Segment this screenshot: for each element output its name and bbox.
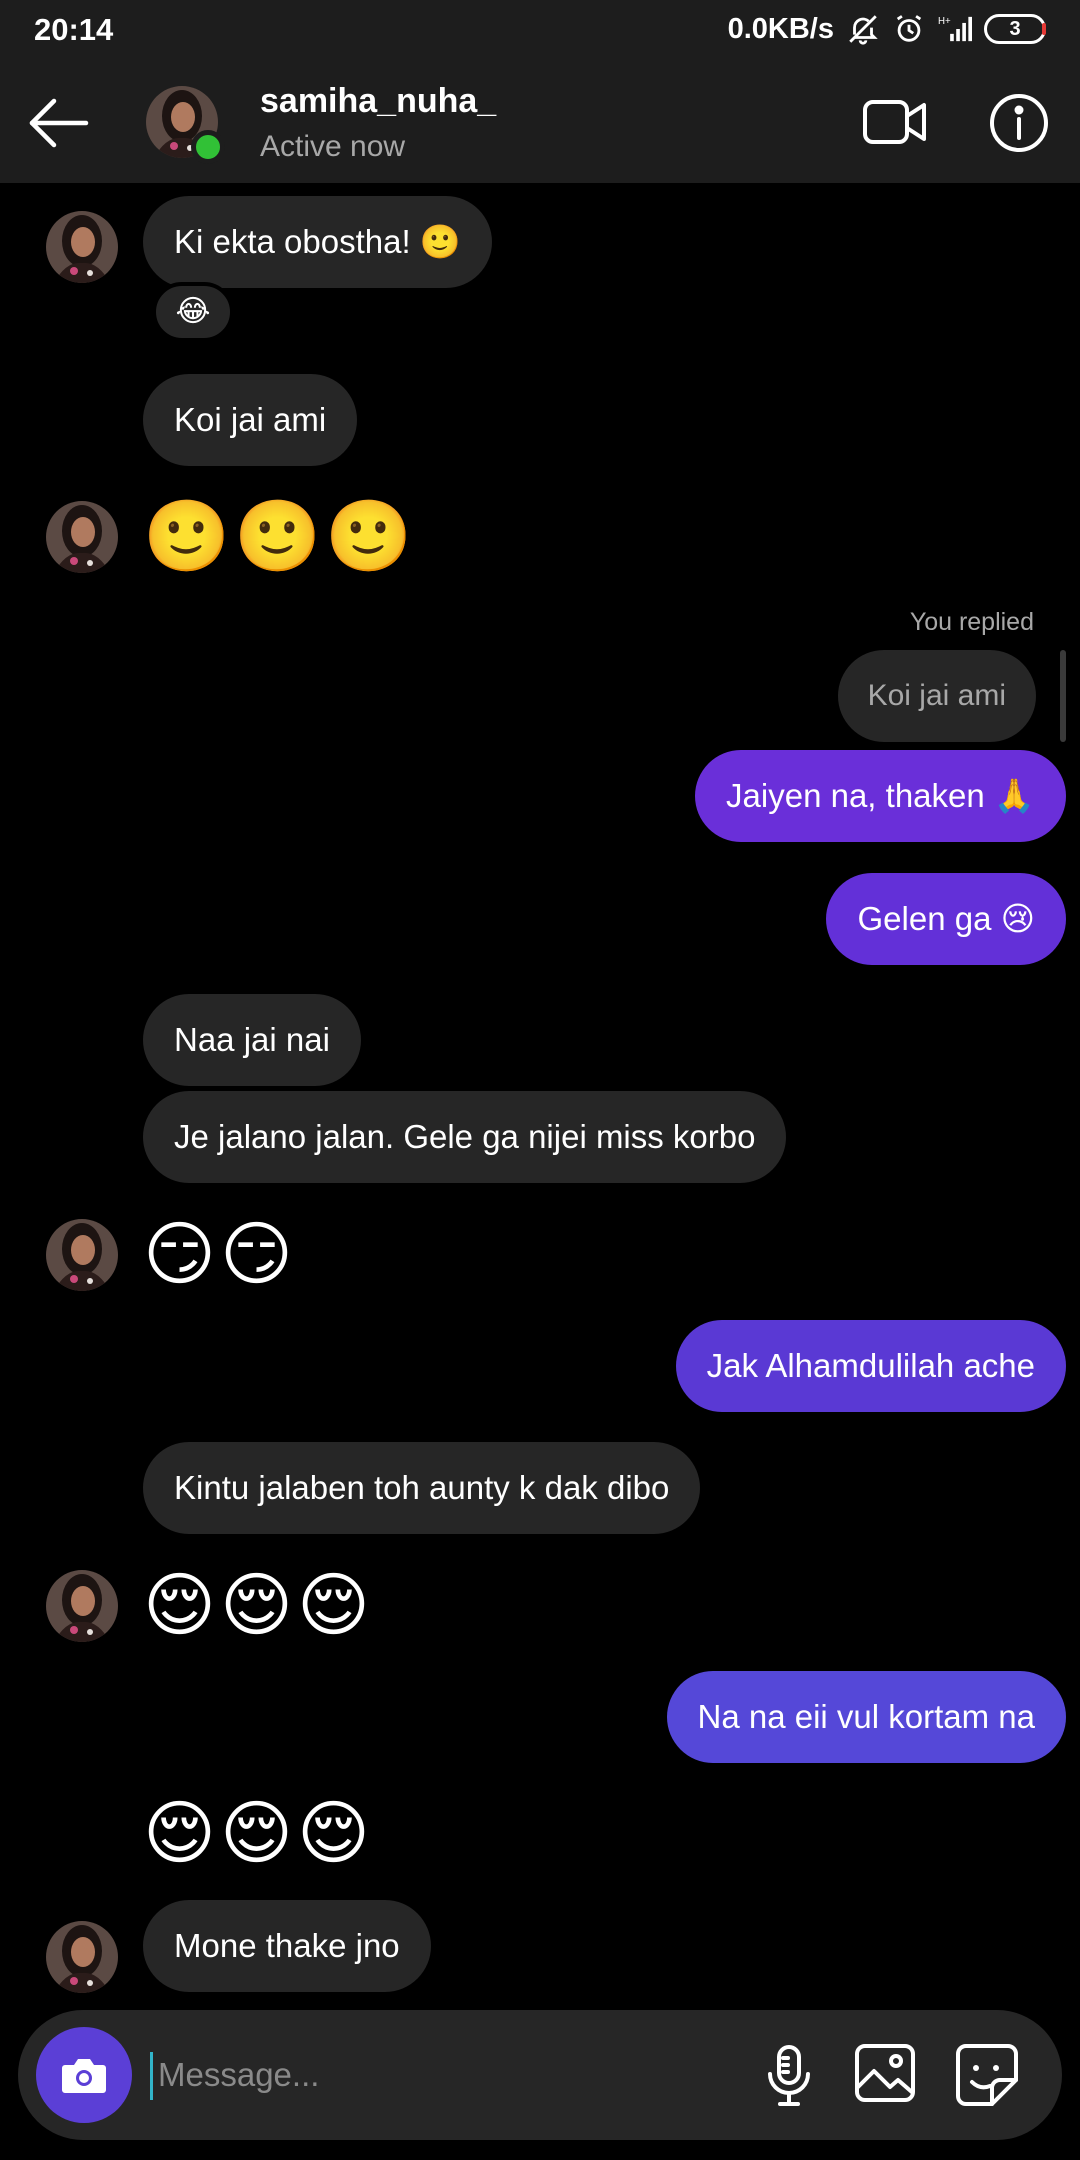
info-icon[interactable] [988,92,1050,154]
you-replied-label: You replied [909,608,1034,636]
sender-avatar[interactable] [46,1219,118,1291]
incoming-message[interactable]: Kintu jalaben toh aunty k dak dibo [143,1442,701,1534]
incoming-emoji-message[interactable]: 😌😌😌 [143,1793,374,1873]
outgoing-message[interactable]: Jak Alhamdulilah ache [675,1320,1066,1412]
outgoing-message[interactable]: Jaiyen na, thaken 🙏 [695,750,1066,842]
status-time: 20:14 [34,12,114,47]
alarm-icon [896,15,922,42]
gallery-icon[interactable] [852,2040,918,2106]
signal-icon: H+ [938,16,972,42]
online-status-dot [191,130,225,164]
message-reaction[interactable]: 😂 [152,282,234,342]
microphone-icon[interactable] [756,2042,822,2108]
incoming-emoji-message[interactable]: 😌😌😌 [143,1565,374,1645]
camera-button[interactable] [36,2027,132,2123]
incoming-message[interactable]: Naa jai nai [143,994,361,1086]
contact-username[interactable]: samiha_nuha_ [260,82,496,121]
camera-icon [62,2059,106,2093]
sender-avatar[interactable] [46,1921,118,1993]
incoming-message[interactable]: Mone thake jno [143,1900,431,1992]
incoming-message[interactable]: Je jalano jalan. Gele ga nijei miss korb… [143,1091,787,1183]
reply-indicator-bar [1060,650,1066,742]
status-bar: 20:14 0.0KB/s H+ 3 [0,0,1080,62]
incoming-emoji-message[interactable]: 🙂🙂🙂 [143,496,416,576]
chat-header: samiha_nuha_ Active now [0,62,1080,183]
quoted-message[interactable]: Koi jai ami [837,650,1036,742]
sender-avatar[interactable] [46,501,118,573]
network-type-label: H+ [938,16,951,27]
message-input[interactable] [158,2046,718,2104]
contact-activity-status: Active now [260,130,406,163]
battery-indicator: 3 [984,14,1046,44]
text-caret [150,2052,153,2100]
video-call-icon[interactable] [862,92,928,152]
sender-avatar[interactable] [46,211,118,283]
incoming-message[interactable]: Koi jai ami [143,374,358,466]
sticker-icon[interactable] [952,2040,1022,2110]
sender-avatar[interactable] [46,1570,118,1642]
message-composer [18,2010,1062,2140]
incoming-emoji-message[interactable]: 😏😏 [143,1214,297,1294]
mute-bell-icon [849,15,878,45]
status-indicators: 0.0KB/s H+ 3 [728,12,1046,46]
back-arrow-icon[interactable] [26,90,92,156]
outgoing-message[interactable]: Na na eii vul kortam na [666,1671,1066,1763]
outgoing-message[interactable]: Gelen ga 😢 [826,873,1066,965]
network-speed: 0.0KB/s [727,12,834,45]
incoming-message[interactable]: Ki ekta obostha! 🙂 [143,196,492,288]
